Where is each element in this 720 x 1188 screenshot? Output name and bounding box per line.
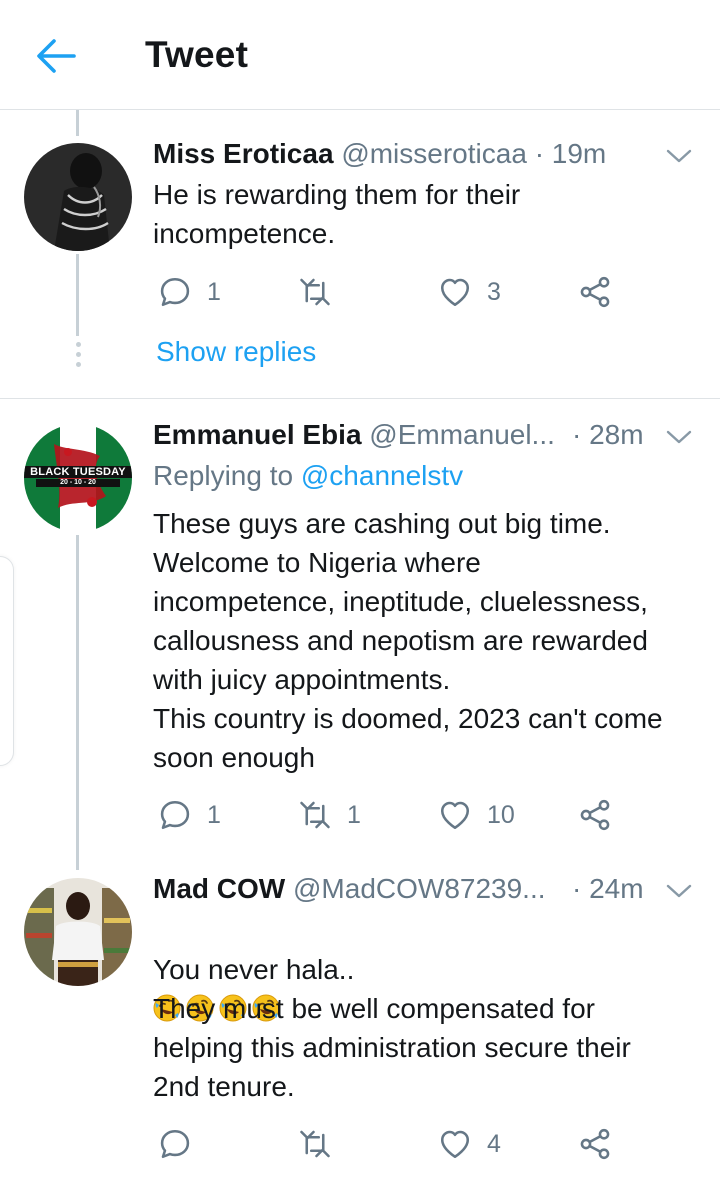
reply-count: 1: [207, 277, 221, 306]
user-handle[interactable]: @MadCOW87239...: [293, 873, 546, 904]
reply-icon: [157, 1126, 193, 1162]
thread-dots: [74, 342, 82, 372]
thread-line: [76, 110, 79, 136]
retweet-button[interactable]: 1: [297, 795, 361, 835]
reply-button[interactable]: 1: [157, 795, 221, 835]
share-button[interactable]: [577, 272, 613, 312]
chevron-down-icon[interactable]: [665, 429, 693, 447]
page-title: Tweet: [145, 34, 249, 75]
heart-icon: [437, 1126, 473, 1162]
share-button[interactable]: [577, 1124, 613, 1164]
tweet-time: · 28m: [572, 419, 644, 450]
reply-icon: [157, 274, 193, 310]
display-name[interactable]: Emmanuel Ebia: [153, 419, 362, 450]
tweet-text-rest: They must be well compensated for helpin…: [153, 993, 631, 1102]
tweet-time: · 19m: [534, 138, 607, 169]
divider: [0, 398, 720, 399]
arrow-left-icon: [37, 39, 76, 73]
display-name[interactable]: Mad COW: [153, 873, 285, 904]
like-count: 10: [487, 800, 515, 829]
reply-icon: [157, 797, 193, 833]
heart-icon: [437, 797, 473, 833]
user-handle[interactable]: @Emmanuel...: [369, 419, 555, 450]
app-header: Tweet: [0, 0, 720, 110]
tweet-text: He is rewarding them for their incompete…: [153, 179, 521, 249]
tweet-meta: Miss Eroticaa @misseroticaa · 19m: [153, 138, 606, 170]
thread-line: [76, 535, 79, 870]
avatar-caption: BLACK TUESDAY: [30, 466, 126, 478]
thread-line: [76, 254, 79, 336]
share-button[interactable]: [577, 795, 613, 835]
tweet-actions: 1 3: [153, 272, 633, 312]
like-count: 4: [487, 1129, 501, 1158]
chevron-down-icon[interactable]: [665, 883, 693, 901]
like-button[interactable]: 4: [437, 1124, 501, 1164]
share-icon: [577, 1126, 613, 1162]
tweet-actions: 4: [153, 1124, 633, 1164]
replying-to-label: Replying to: [153, 460, 294, 491]
tweet-time: · 24m: [572, 873, 644, 904]
retweet-icon: [297, 797, 333, 833]
retweet-icon: [297, 274, 333, 310]
avatar[interactable]: [24, 878, 132, 986]
tweet-meta: Emmanuel Ebia @Emmanuel...: [153, 419, 555, 451]
user-handle[interactable]: @misseroticaa: [341, 138, 527, 169]
retweet-button[interactable]: [297, 272, 347, 312]
share-icon: [577, 274, 613, 310]
like-button[interactable]: 3: [437, 272, 501, 312]
tweet-text-first: You never hala..: [153, 954, 355, 985]
avatar[interactable]: [24, 143, 132, 251]
reply-count: 1: [207, 800, 221, 829]
tweet-actions: 1 1 10: [153, 795, 633, 835]
avatar-date: 20 - 10 - 20: [60, 479, 96, 486]
replying-to: Replying to @channelstv: [153, 460, 463, 492]
display-name[interactable]: Miss Eroticaa: [153, 138, 334, 169]
back-button[interactable]: [34, 36, 78, 76]
reply-button[interactable]: [157, 1124, 207, 1164]
like-button[interactable]: 10: [437, 795, 515, 835]
edge-handle[interactable]: [0, 556, 14, 766]
retweet-icon: [297, 1126, 333, 1162]
tweet-meta: Mad COW @MadCOW87239...: [153, 873, 546, 905]
reply-button[interactable]: 1: [157, 272, 221, 312]
heart-icon: [437, 274, 473, 310]
avatar[interactable]: BLACK TUESDAY 20 - 10 - 20: [24, 424, 132, 532]
retweet-button[interactable]: [297, 1124, 347, 1164]
show-replies-link[interactable]: Show replies: [156, 336, 316, 368]
tweet-text: These guys are cashing out big time. Wel…: [153, 508, 663, 773]
like-count: 3: [487, 277, 501, 306]
chevron-down-icon[interactable]: [665, 148, 693, 166]
share-icon: [577, 797, 613, 833]
retweet-count: 1: [347, 800, 361, 829]
replying-to-handle[interactable]: @channelstv: [301, 460, 463, 491]
